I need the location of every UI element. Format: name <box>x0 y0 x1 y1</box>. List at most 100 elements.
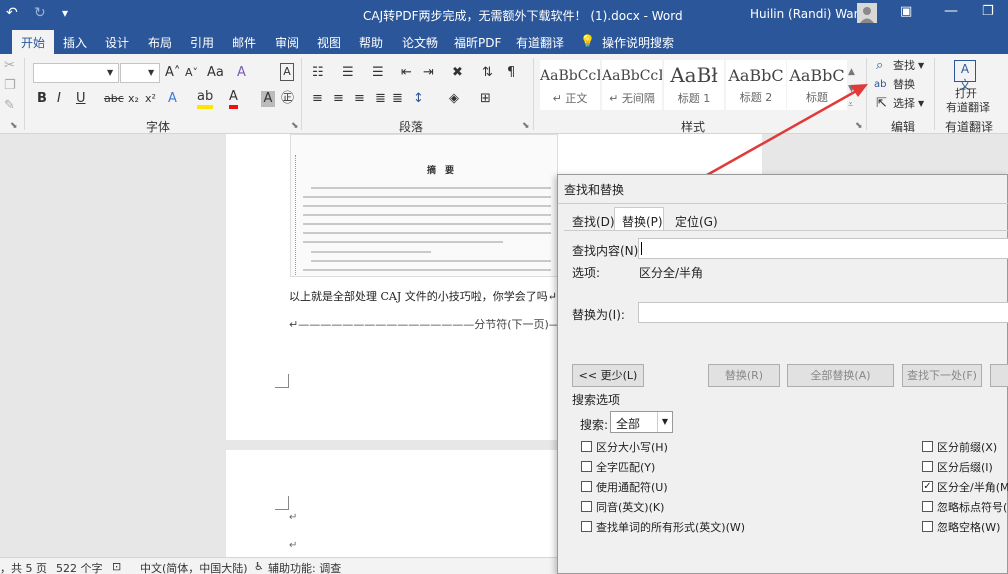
replace-button[interactable]: 替换(R) <box>708 364 780 387</box>
multilevel-list-icon[interactable]: ☰ <box>372 65 384 81</box>
bullets-icon[interactable]: ☷ <box>312 65 324 81</box>
superscript-icon[interactable]: x² <box>145 91 156 107</box>
ignore-punctuation-label[interactable]: 忽略标点符号(S) <box>937 499 1008 515</box>
sounds-like-checkbox[interactable] <box>581 501 592 512</box>
minimize-icon[interactable]: — <box>944 3 958 19</box>
find-icon[interactable]: ⌕ <box>876 58 883 74</box>
numbering-icon[interactable]: ☰ <box>342 65 354 81</box>
chevron-down-icon[interactable]: ▼ <box>918 96 924 112</box>
wildcards-label[interactable]: 使用通配符(U) <box>596 479 668 495</box>
highlight-icon[interactable]: ab <box>197 89 214 109</box>
format-painter-icon[interactable]: ✎ <box>4 98 15 114</box>
underline-icon[interactable]: U <box>76 91 86 107</box>
bold-icon[interactable]: B <box>37 91 47 107</box>
chevron-down-icon[interactable]: ▼ <box>107 65 113 81</box>
whole-word-checkbox[interactable] <box>581 461 592 472</box>
tab-references[interactable]: 引用 <box>190 34 214 51</box>
tab-review[interactable]: 审阅 <box>275 34 299 51</box>
sounds-like-label[interactable]: 同音(英文)(K) <box>596 499 664 515</box>
styles-scroll-up-icon[interactable]: ▲ <box>848 64 855 80</box>
styles-scroll-down-icon[interactable]: ▼ <box>848 81 855 97</box>
whole-word-label[interactable]: 全字匹配(Y) <box>596 459 655 475</box>
line-spacing-icon[interactable]: ↕ <box>413 91 424 107</box>
borders-icon[interactable]: ⊞ <box>480 91 491 107</box>
tell-me-search[interactable]: 操作说明搜索 <box>602 34 674 51</box>
change-case-icon[interactable]: Aa <box>207 65 224 81</box>
tab-lunwenchang[interactable]: 论文畅 <box>402 34 438 51</box>
decrease-indent-icon[interactable]: ⇤ <box>401 65 412 81</box>
copy-icon[interactable]: ❐ <box>4 78 16 94</box>
grow-font-icon[interactable]: A˄ <box>165 65 180 81</box>
clear-formatting-icon[interactable]: A <box>237 65 246 81</box>
find-next-button[interactable]: 查找下一处(F) <box>902 364 982 387</box>
font-color-icon[interactable]: A <box>229 89 238 109</box>
tab-layout[interactable]: 布局 <box>148 34 172 51</box>
tab-goto[interactable]: 定位(G) <box>675 213 718 230</box>
style-heading-1[interactable]: AaBł 标题 1 <box>664 60 724 110</box>
style-heading-2[interactable]: AaBbC 标题 2 <box>726 60 786 110</box>
subscript-icon[interactable]: x₂ <box>128 91 139 107</box>
character-border-icon[interactable]: A <box>280 63 294 81</box>
tab-mailings[interactable]: 邮件 <box>232 34 256 51</box>
cancel-button[interactable] <box>990 364 1008 387</box>
match-width-checkbox[interactable]: ✓ <box>922 481 933 492</box>
redo-icon[interactable]: ↻ <box>34 5 46 21</box>
user-name[interactable]: Huilin (Randi) Wang <box>750 7 869 21</box>
ignore-space-label[interactable]: 忽略空格(W) <box>937 519 1000 535</box>
less-button[interactable]: << 更少(L) <box>572 364 644 387</box>
tab-design[interactable]: 设计 <box>105 34 129 51</box>
translate-icon[interactable]: A文 <box>954 60 976 92</box>
match-prefix-label[interactable]: 区分前缀(X) <box>937 439 997 455</box>
tab-view[interactable]: 视图 <box>317 34 341 51</box>
align-left-icon[interactable]: ≡ <box>312 91 323 107</box>
undo-icon[interactable]: ↶ <box>6 5 18 21</box>
accessibility-icon[interactable]: ♿ <box>254 560 264 573</box>
font-launcher-icon[interactable]: ⬊ <box>291 118 299 134</box>
find-button[interactable]: 查找 <box>893 58 915 74</box>
character-shading-icon[interactable]: A <box>261 91 275 107</box>
restore-icon[interactable]: ❐ <box>982 4 994 19</box>
replace-button[interactable]: 替换 <box>893 77 915 93</box>
chevron-down-icon[interactable]: ▼ <box>657 412 672 432</box>
word-count[interactable]: 522 个字 <box>56 560 103 574</box>
match-case-label[interactable]: 区分大小写(H) <box>596 439 668 455</box>
tab-replace[interactable]: 替换(P) <box>614 207 664 231</box>
chevron-down-icon[interactable]: ▼ <box>918 58 924 74</box>
ribbon-display-icon[interactable]: ▣ <box>900 4 912 19</box>
avatar[interactable] <box>857 3 877 23</box>
styles-launcher-icon[interactable]: ⬊ <box>855 118 863 134</box>
style-no-spacing[interactable]: AaBbCcDc ↵ 无间隔 <box>602 60 662 110</box>
tab-foxit-pdf[interactable]: 福昕PDF <box>454 34 501 51</box>
tab-insert[interactable]: 插入 <box>63 34 87 51</box>
match-width-label[interactable]: 区分全/半角(M) <box>937 479 1008 495</box>
show-marks-icon[interactable]: ¶ <box>507 65 515 81</box>
cut-icon[interactable]: ✂ <box>4 58 15 74</box>
select-icon[interactable]: ⇱ <box>876 96 887 112</box>
style-title[interactable]: AaBbC 标题 <box>787 60 847 110</box>
match-suffix-checkbox[interactable] <box>922 461 933 472</box>
shrink-font-icon[interactable]: A˅ <box>185 65 198 81</box>
replace-icon[interactable]: ab <box>874 77 886 93</box>
paragraph-launcher-icon[interactable]: ⬊ <box>522 118 530 134</box>
word-forms-checkbox[interactable] <box>581 521 592 532</box>
word-forms-label[interactable]: 查找单词的所有形式(英文)(W) <box>596 519 745 535</box>
tab-find[interactable]: 查找(D) <box>572 213 615 230</box>
ignore-space-checkbox[interactable] <box>922 521 933 532</box>
youdao-button-label[interactable]: 有道翻译 <box>946 100 990 116</box>
distributed-icon[interactable]: ≣ <box>392 91 403 107</box>
strikethrough-icon[interactable]: abc <box>104 91 124 107</box>
body-paragraph[interactable]: 以上就是全部处理 CAJ 文件的小技巧啦，你学会了吗↵ <box>289 288 557 304</box>
tab-help[interactable]: 帮助 <box>359 34 383 51</box>
styles-more-icon[interactable]: ⩡ <box>848 97 853 113</box>
match-suffix-label[interactable]: 区分后缀(I) <box>937 459 993 475</box>
text-effects-icon[interactable]: A <box>168 91 177 107</box>
shading-icon[interactable]: ◈ <box>449 91 459 107</box>
chinese-layout-icon[interactable]: ✖ <box>452 65 463 81</box>
justify-icon[interactable]: ≣ <box>375 91 386 107</box>
language-status[interactable]: 中文(简体，中国大陆) <box>140 560 248 574</box>
customize-qat-icon[interactable]: ▾ <box>62 6 68 20</box>
find-what-input[interactable] <box>638 238 1008 259</box>
proofing-icon[interactable]: ⊡ <box>112 560 121 573</box>
tab-home[interactable]: 开始 <box>12 30 55 54</box>
replace-with-input[interactable] <box>638 302 1008 323</box>
